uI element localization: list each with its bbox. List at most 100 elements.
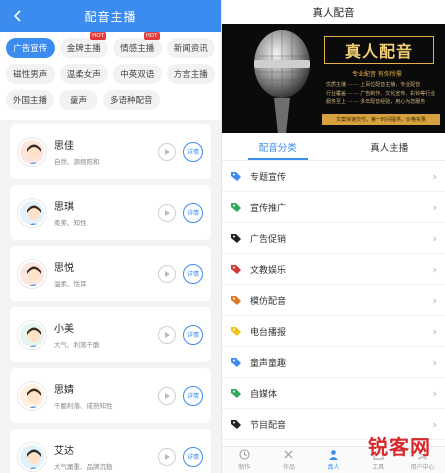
detail-button[interactable]: 详情 [183, 446, 203, 467]
chip-fangyan[interactable]: 方言主播 [166, 64, 215, 84]
anchor-desc: 温柔、恬耳 [54, 280, 87, 288]
play-icon [165, 331, 170, 338]
nav-item-tools[interactable]: 作品 [267, 447, 312, 473]
chip-qinggan[interactable]: 情感主播 HOT [113, 32, 162, 58]
person-icon [328, 450, 338, 460]
chevron-right-icon: › [432, 386, 437, 400]
chevron-right-icon: › [432, 324, 437, 338]
avatar [18, 442, 46, 471]
chip-wenrou[interactable]: 温柔女声 [59, 64, 108, 84]
watermark: 锐客网 [368, 435, 431, 459]
chip-label: 金牌主播 [66, 44, 101, 54]
play-icon [165, 209, 170, 216]
anchor-card[interactable]: 艾达大气庸重、品牌沉稳 详情 [10, 429, 211, 473]
anchor-name: 思婧 [54, 385, 74, 396]
play-button[interactable] [158, 386, 176, 405]
nav-item-clock[interactable]: 制作 [222, 447, 267, 473]
category-item[interactable]: 广告促销 › [222, 223, 445, 254]
page-title: 真人配音 [312, 6, 355, 19]
play-button[interactable] [158, 142, 176, 161]
chip-label: 方言主播 [173, 70, 208, 80]
detail-button[interactable]: 详情 [183, 385, 203, 406]
category-item[interactable]: 童声童趣 › [222, 347, 445, 378]
chip-label: 中英双语 [120, 70, 155, 80]
anchor-info: 小美 大气、利落干脆 [54, 320, 158, 349]
play-button[interactable] [158, 203, 176, 222]
chip-label: 情感主播 [120, 44, 155, 54]
chevron-right-icon: › [432, 417, 437, 431]
category-item[interactable]: 专题宣传 › [222, 161, 445, 192]
category-label: 童声童趣 [250, 358, 287, 369]
tag-icon [231, 265, 241, 274]
chip-label: 磁性男声 [13, 70, 48, 80]
banner-line: 优质主播 ······· 上百位配音主播，专业配音 [326, 82, 421, 88]
anchor-name: 艾达 [54, 446, 74, 457]
anchor-desc: 大气庸重、品牌沉稳 [54, 463, 113, 471]
chip-cixing[interactable]: 磁性男声 [6, 64, 55, 84]
banner-lines: 优质主播 ······· 上百位配音主播，专业配音 行业覆盖 ······· 广… [326, 81, 435, 107]
anchor-info: 思佳 自然、源频陪和 [54, 137, 158, 166]
chip-xinwen[interactable]: 新闻资讯 [166, 38, 215, 58]
anchor-card[interactable]: 思婧 干脆利落、成熟知性 详情 [10, 368, 211, 423]
clock-icon [239, 449, 250, 460]
back-icon[interactable] [8, 6, 28, 26]
anchor-desc: 大气、利落干脆 [54, 341, 100, 349]
category-item[interactable]: 模仿配音 › [222, 285, 445, 316]
detail-button[interactable]: 详情 [183, 141, 203, 162]
nav-label: 作品 [282, 464, 295, 471]
category-label: 模仿配音 [250, 296, 287, 307]
banner-bar: 文案快速交付，第一时间提供，价格实惠 [322, 114, 440, 125]
anchor-name: 思悦 [54, 263, 74, 274]
hot-badge: HOT [143, 32, 160, 40]
play-icon [165, 270, 170, 277]
nav-label: 真人 [327, 464, 340, 471]
nav-label: 工具 [372, 464, 385, 471]
category-label: 文教娱乐 [250, 265, 287, 276]
chip-guanggao[interactable]: 广告宣传 [6, 38, 55, 58]
detail-button[interactable]: 详情 [183, 202, 203, 223]
left-panel: 配音主播 广告宣传 金牌主播 HOT 情感主播 HOT 新闻资讯 磁性男声 温柔女声… [0, 0, 222, 473]
chip-row-3: 外国主播 童声 多语种配音 [6, 90, 215, 110]
category-list: 专题宣传 › 宣传推广 › 广告促销 › 文教娱乐 › 模仿配音 › 电台播报 › 童声童趣 › 自媒体 › 节… [222, 161, 445, 440]
chip-tongsheng[interactable]: 童声 [59, 90, 99, 110]
anchor-card[interactable]: 思琪 柔美、知性 详情 [10, 185, 211, 240]
anchor-card[interactable]: 思悦温柔、恬耳 详情 [10, 246, 211, 301]
nav-item-person[interactable]: 真人 [311, 447, 356, 473]
chevron-right-icon: › [432, 200, 437, 214]
play-icon [165, 148, 170, 155]
chevron-right-icon: › [432, 169, 437, 183]
promo-banner[interactable]: 真人配音 专业配音 有你所需 优质主播 ······· 上百位配音主播，专业配音… [222, 24, 445, 133]
play-icon [165, 453, 170, 460]
chip-zhongying[interactable]: 中英双语 [113, 64, 162, 84]
tools-icon [284, 450, 293, 459]
category-item[interactable]: 自媒体 › [222, 378, 445, 409]
tag-icon [231, 234, 241, 243]
category-item[interactable]: 宣传推广 › [222, 192, 445, 223]
category-item[interactable]: 文教娱乐 › [222, 254, 445, 285]
category-label: 广告促销 [250, 234, 287, 245]
play-button[interactable] [158, 264, 176, 283]
chip-label: 温柔女声 [66, 70, 101, 80]
play-button[interactable] [158, 447, 176, 466]
tag-icon [231, 420, 241, 429]
chip-waiguo[interactable]: 外国主播 [6, 90, 55, 110]
microphone-icon [254, 30, 310, 133]
avatar [18, 259, 46, 288]
left-header: 配音主播 [0, 0, 221, 32]
detail-button[interactable]: 详情 [183, 324, 203, 345]
nav-label: 用户中心 [410, 464, 435, 471]
anchor-card[interactable]: 思佳 自然、源频陪和 详情 [10, 124, 211, 179]
detail-button[interactable]: 详情 [183, 263, 203, 284]
tab-real-anchor[interactable]: 真人主播 [334, 133, 445, 160]
anchor-info: 艾达大气庸重、品牌沉稳 [54, 442, 158, 471]
chevron-right-icon: › [432, 231, 437, 245]
avatar [18, 137, 46, 166]
play-button[interactable] [158, 325, 176, 344]
chip-jinpai[interactable]: 金牌主播 HOT [59, 32, 108, 58]
play-icon [165, 392, 170, 399]
anchor-card[interactable]: 小美 大气、利落干脆 详情 [10, 307, 211, 362]
category-item[interactable]: 电台播报 › [222, 316, 445, 347]
anchor-info: 思悦 温柔、恬耳 [54, 259, 158, 288]
chip-duoyuzhong[interactable]: 多语种配音 [103, 90, 160, 110]
tab-dubbing-category[interactable]: 配音分类 [222, 133, 334, 160]
